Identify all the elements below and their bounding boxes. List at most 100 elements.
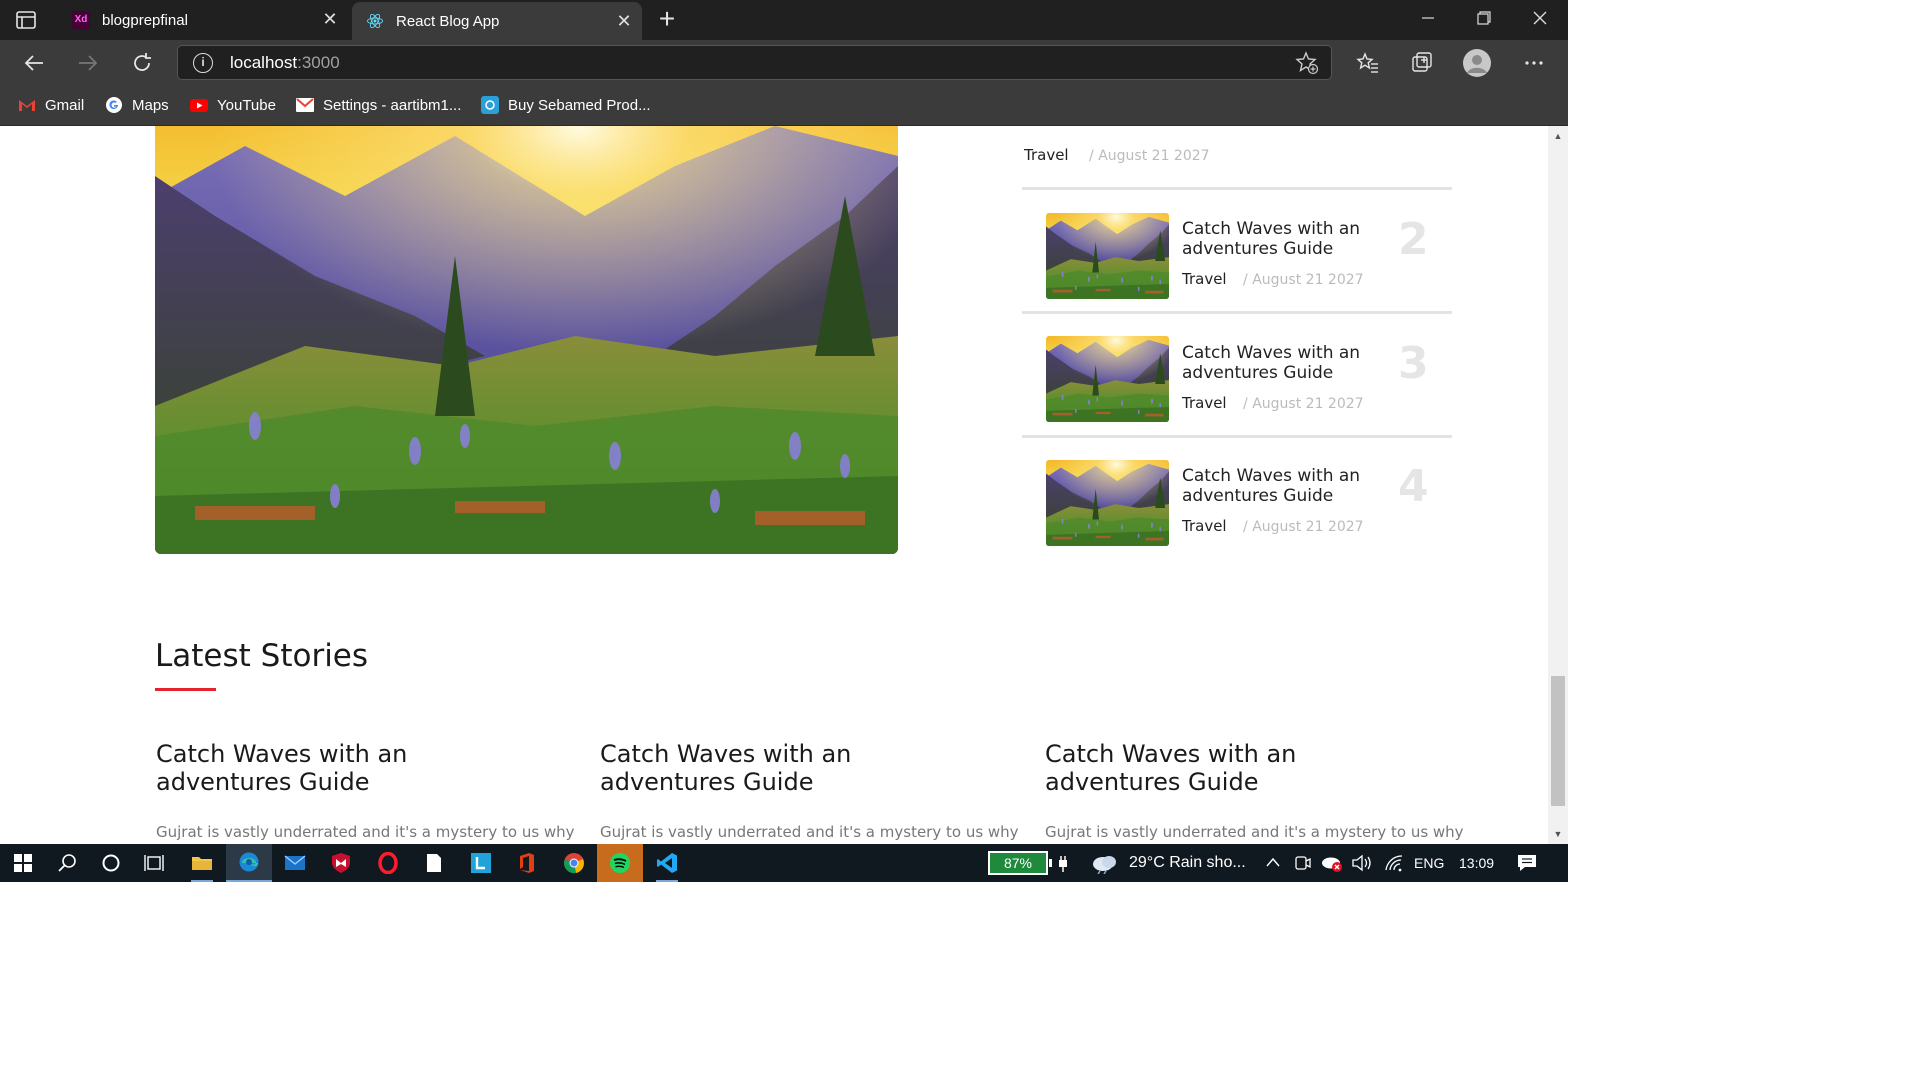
spotify-button[interactable]: [597, 844, 643, 882]
youtube-icon: [190, 98, 208, 112]
search-button[interactable]: [44, 844, 90, 882]
cortana-icon: [102, 854, 120, 872]
post-date: / August 21 2027: [1089, 148, 1210, 164]
story-title[interactable]: Catch Waves with an adventures Guide: [156, 740, 546, 796]
scroll-down-arrow-icon[interactable]: ▼: [1548, 826, 1568, 842]
weather-text[interactable]: 29°C Rain sho...: [1129, 854, 1246, 872]
notepad-button[interactable]: [411, 844, 457, 882]
input-language[interactable]: ENG: [1414, 855, 1444, 871]
bookmark-label: Maps: [132, 96, 169, 114]
react-icon: [367, 13, 383, 29]
site-info-icon[interactable]: i: [193, 53, 213, 73]
restore-icon: [1477, 11, 1491, 25]
windows-logo-icon: [14, 854, 32, 872]
spotify-icon: [610, 853, 630, 873]
notifications-icon[interactable]: [1516, 853, 1538, 878]
close-tab-icon[interactable]: ✕: [322, 10, 338, 28]
mcafee-button[interactable]: [318, 844, 364, 882]
tab-actions-button[interactable]: [14, 8, 38, 32]
clock[interactable]: 13:09: [1459, 855, 1494, 871]
document-icon: [427, 854, 441, 872]
story-title[interactable]: Catch Waves with an adventures Guide: [600, 740, 990, 796]
post-title[interactable]: Catch Waves with an adventures Guide: [1182, 219, 1382, 259]
scrollbar-thumb[interactable]: [1551, 676, 1565, 806]
page-scrollbar[interactable]: ▲ ▼: [1548, 126, 1568, 844]
l-app-button[interactable]: [458, 844, 504, 882]
collections-button[interactable]: [1406, 48, 1438, 78]
url-text: localhost:3000: [230, 53, 340, 72]
avatar-icon: [1463, 49, 1491, 77]
bookmark-sebamed[interactable]: Buy Sebamed Prod...: [481, 94, 651, 116]
bookmark-youtube[interactable]: YouTube: [190, 94, 276, 116]
volume-icon[interactable]: [1351, 854, 1373, 877]
featured-post-image[interactable]: [155, 126, 898, 554]
post-date: / August 21 2027: [1243, 272, 1364, 288]
chrome-button[interactable]: [551, 844, 597, 882]
file-explorer-button[interactable]: [179, 844, 225, 882]
search-icon: [58, 854, 76, 872]
minimize-button[interactable]: [1400, 0, 1456, 36]
edge-button[interactable]: [226, 844, 272, 882]
wifi-icon[interactable]: [1384, 854, 1404, 877]
back-button[interactable]: [18, 48, 50, 78]
cortana-button[interactable]: [88, 844, 134, 882]
tab-blogprepfinal[interactable]: Xd blogprepfinal ✕: [58, 0, 348, 40]
bookmark-settings[interactable]: Settings - aartibm1...: [296, 94, 461, 116]
folder-icon: [192, 857, 212, 870]
post-category[interactable]: Travel: [1182, 394, 1227, 412]
settings-more-button[interactable]: [1518, 48, 1550, 78]
meet-now-icon[interactable]: [1294, 854, 1312, 877]
landscape-image: [155, 126, 898, 554]
story-excerpt: Gujrat is vastly underrated and it's a m…: [156, 823, 575, 841]
task-view-button[interactable]: [131, 844, 177, 882]
show-hidden-icons-chevron-icon[interactable]: [1265, 855, 1281, 873]
windows-taskbar: 87% 29°C Rain sho... ENG 13:09: [0, 844, 1568, 882]
bookmark-label: Gmail: [45, 96, 85, 114]
scroll-up-arrow-icon[interactable]: ▲: [1548, 128, 1568, 144]
onedrive-error-icon[interactable]: [1320, 853, 1344, 878]
more-dots-icon: [1525, 61, 1543, 65]
favorites-button[interactable]: [1352, 48, 1384, 78]
task-view-icon: [144, 855, 164, 871]
bookmark-gmail[interactable]: Gmail: [18, 94, 84, 116]
post-title[interactable]: Catch Waves with an adventures Guide: [1182, 466, 1382, 506]
start-button[interactable]: [0, 844, 46, 882]
post-title[interactable]: Catch Waves with an adventures Guide: [1182, 343, 1382, 383]
post-thumbnail[interactable]: [1046, 336, 1169, 422]
back-arrow-icon: [24, 55, 43, 71]
sebamed-icon: [481, 96, 499, 114]
refresh-button[interactable]: [126, 48, 158, 78]
post-category[interactable]: Travel: [1182, 270, 1227, 288]
opera-icon: [378, 852, 398, 874]
close-tab-icon[interactable]: ✕: [616, 12, 632, 30]
post-category[interactable]: Travel: [1182, 517, 1227, 535]
divider: [1022, 187, 1452, 190]
restore-button[interactable]: [1456, 0, 1512, 36]
minimize-icon: [1422, 17, 1434, 19]
forward-button[interactable]: [72, 48, 104, 78]
address-bar[interactable]: i localhost:3000: [177, 45, 1332, 80]
bookmark-maps[interactable]: Maps: [105, 94, 169, 116]
close-window-button[interactable]: [1512, 0, 1568, 36]
story-title[interactable]: Catch Waves with an adventures Guide: [1045, 740, 1435, 796]
add-favorite-button[interactable]: [1295, 51, 1319, 80]
vscode-icon: [657, 853, 677, 873]
battery-indicator[interactable]: 87%: [988, 851, 1052, 875]
favorites-icon: [1356, 52, 1378, 73]
weather-cloud-icon[interactable]: [1091, 852, 1119, 879]
post-thumbnail[interactable]: [1046, 213, 1169, 299]
opera-button[interactable]: [365, 844, 411, 882]
tab-react-blog-app[interactable]: React Blog App ✕: [352, 2, 642, 40]
story-excerpt: Gujrat is vastly underrated and it's a m…: [600, 823, 1019, 841]
mcafee-shield-icon: [332, 853, 350, 873]
office-button[interactable]: [504, 844, 550, 882]
post-rank-number: 2: [1398, 214, 1429, 265]
vscode-button[interactable]: [644, 844, 690, 882]
post-rank-number: 4: [1398, 461, 1429, 512]
profile-button[interactable]: [1461, 48, 1493, 78]
post-category[interactable]: Travel: [1024, 146, 1069, 164]
post-thumbnail[interactable]: [1046, 460, 1169, 546]
new-tab-button[interactable]: +: [654, 5, 680, 33]
mail-button[interactable]: [272, 844, 318, 882]
close-icon: [1533, 11, 1547, 25]
